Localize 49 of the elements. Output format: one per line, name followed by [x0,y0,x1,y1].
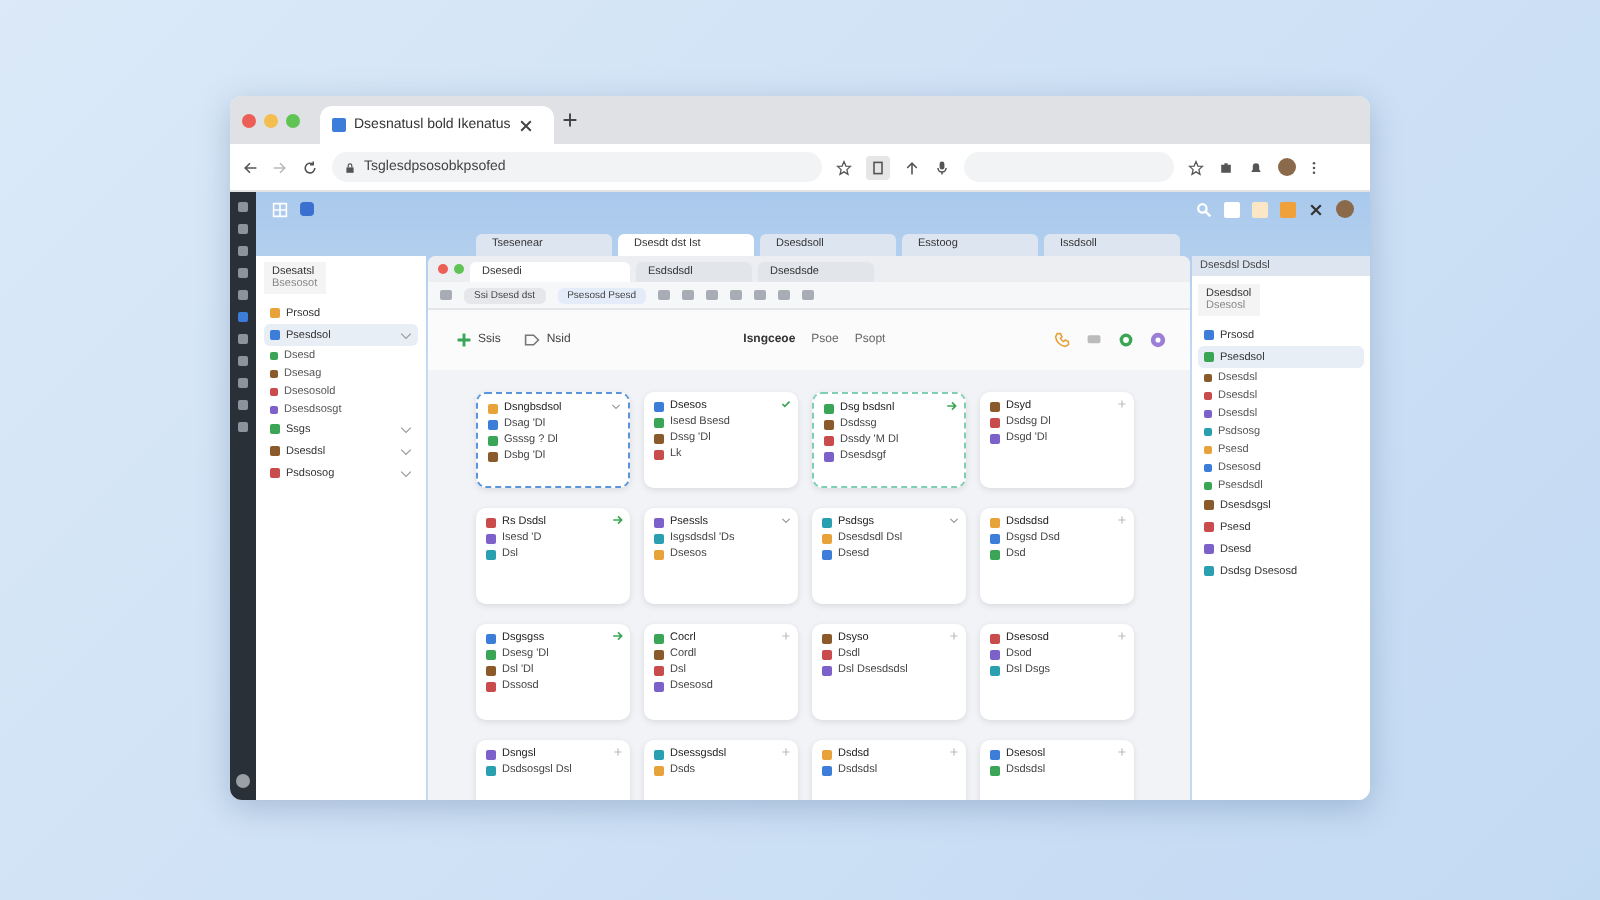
forward-icon[interactable] [272,159,288,175]
caret-icon[interactable] [780,514,792,526]
avatar[interactable] [1336,200,1354,218]
grid-icon[interactable] [272,201,288,217]
rail-icon[interactable] [238,400,248,410]
minimize-icon[interactable] [264,113,278,127]
rail-icon[interactable] [238,290,248,300]
rail-icon[interactable] [238,378,248,388]
plus-icon [456,332,472,348]
reload-icon[interactable] [302,159,318,175]
arrow-icon[interactable] [946,400,958,412]
rail-icon[interactable] [238,202,248,212]
rail-icon[interactable] [238,334,248,344]
star-icon[interactable] [836,159,852,175]
check-icon[interactable] [780,398,792,410]
chevron-icon [400,331,412,339]
caret-icon[interactable] [610,400,622,412]
maximize-icon[interactable] [454,264,464,274]
microphone-icon[interactable] [934,159,950,175]
close-icon[interactable] [1308,201,1324,217]
rail-icon[interactable] [238,224,248,234]
close-icon[interactable] [518,117,535,133]
toolbar-icon[interactable] [440,290,452,300]
rail-icon[interactable] [238,312,248,322]
lock-icon [344,161,356,173]
plus-icon[interactable] [562,112,578,128]
rail-icon[interactable] [238,246,248,256]
caret-icon[interactable] [948,514,960,526]
rail-icon[interactable] [238,268,248,278]
chevron-icon [400,425,412,433]
chevron-icon [400,469,412,477]
menu-icon[interactable] [1310,159,1318,175]
status-icon[interactable] [1118,332,1134,348]
app-icon[interactable] [300,202,314,216]
back-icon[interactable] [242,159,258,175]
tag-icon [524,332,541,348]
arrow-icon[interactable] [612,514,624,526]
avatar[interactable] [1278,158,1296,176]
phone-icon[interactable] [1054,332,1070,348]
bell-icon[interactable] [1248,159,1264,175]
chevron-icon [400,447,412,455]
avatar[interactable] [236,774,250,788]
search-icon[interactable] [1196,201,1212,217]
rail-icon[interactable] [238,422,248,432]
arrow-up-icon[interactable] [904,159,920,175]
star-icon[interactable] [1188,159,1204,175]
arrow-icon[interactable] [612,630,624,642]
rail-icon[interactable] [238,356,248,366]
maximize-icon[interactable] [286,113,300,127]
